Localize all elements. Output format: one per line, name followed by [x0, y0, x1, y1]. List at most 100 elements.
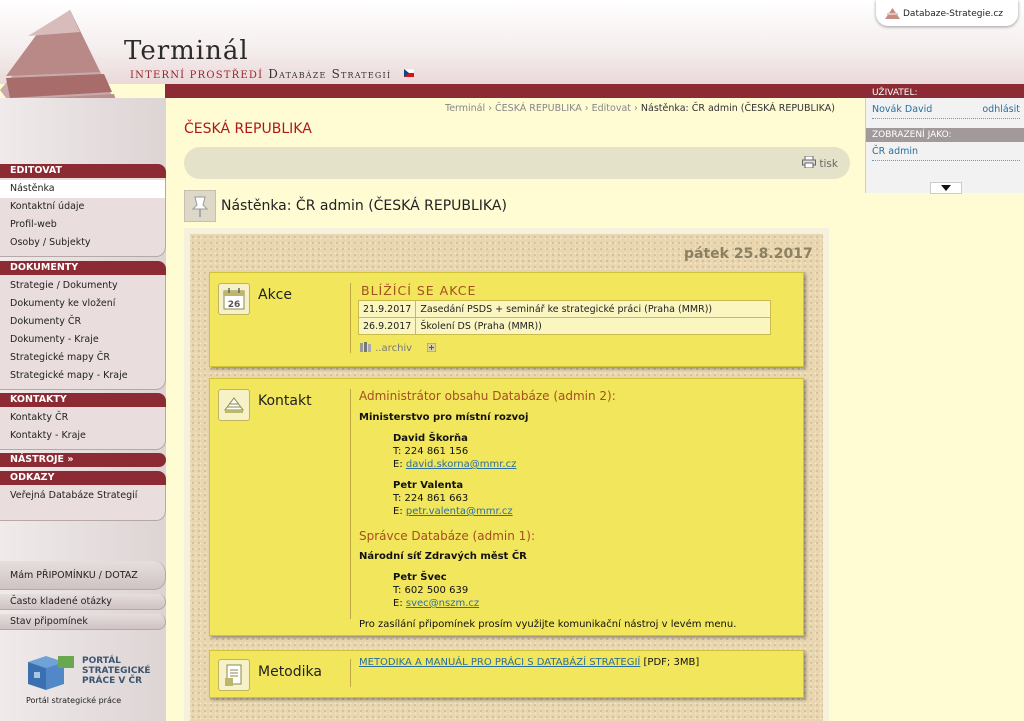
- person1-phone: T: 224 861 156: [393, 446, 469, 457]
- person1-email-link[interactable]: david.skorna@mmr.cz: [406, 459, 516, 470]
- sidebar-item-dokumenty-cr[interactable]: Dokumenty ČR: [0, 313, 165, 331]
- user-row: Novák David odhlásit: [872, 104, 1020, 119]
- database-link-label: Databaze-Strategie.cz: [903, 9, 1004, 19]
- sidebar-section-nastroje: NÁSTROJE »: [0, 453, 166, 467]
- event-date: 21.9.2017: [357, 300, 417, 318]
- view-as-head: ZOBRAZENÍ JAKO:: [866, 128, 1024, 142]
- breadcrumb-current: Nástěnka: ČR admin (ČESKÁ REPUBLIKA): [640, 103, 835, 114]
- email-prefix: E:: [393, 459, 403, 470]
- panel-toggle-button[interactable]: [930, 182, 962, 194]
- sidebar-section-kontakty: KONTAKTY Kontakty ČR Kontakty - Kraje: [0, 393, 166, 450]
- calendar-icon: 26: [218, 283, 250, 315]
- sidebar-item-kontaktni-udaje[interactable]: Kontaktní údaje: [0, 198, 165, 216]
- portal-title-line-3: PRÁCE V ČR: [82, 676, 143, 686]
- sidebar-head-kontakty[interactable]: KONTAKTY: [0, 393, 166, 407]
- feedback-button[interactable]: Mám PŘIPOMÍNKU / DOTAZ: [0, 561, 166, 590]
- board-date: pátek 25.8.2017: [684, 246, 813, 262]
- breadcrumb-separator: ›: [488, 103, 492, 114]
- event-date: 26.9.2017: [357, 317, 417, 335]
- view-as-row: ČR admin: [872, 146, 1020, 161]
- sidebar-item-dokumenty-kraje[interactable]: Dokumenty - Kraje: [0, 331, 165, 349]
- books-icon: [360, 342, 371, 352]
- view-as-link[interactable]: ČR admin: [872, 146, 918, 157]
- sidebar-section-editovat: EDITOVAT Nástěnka Kontaktní údaje Profil…: [0, 164, 166, 257]
- page-title: ČESKÁ REPUBLIKA: [184, 121, 312, 137]
- stack-icon: [218, 389, 250, 421]
- chevron-down-icon: [941, 185, 951, 191]
- printer-icon: [802, 155, 816, 169]
- sidebar-item-kontakty-cr[interactable]: Kontakty ČR: [0, 409, 165, 427]
- events-title: BLÍŽÍCÍ SE AKCE: [361, 283, 477, 298]
- sidebar-item-nastenka[interactable]: Nástěnka: [0, 180, 165, 198]
- email-prefix: E:: [393, 598, 403, 609]
- sidebar-item-strategicke-mapy-kraje[interactable]: Strategické mapy - Kraje: [0, 367, 165, 385]
- note-divider: [350, 389, 351, 619]
- person2-email-row: E: petr.valenta@mmr.cz: [393, 506, 513, 517]
- sidebar-item-verejna-databaze[interactable]: Veřejná Databáze Strategií: [0, 487, 165, 505]
- sidebar-head-nastroje[interactable]: NÁSTROJE »: [0, 453, 166, 467]
- logout-link[interactable]: odhlásit: [982, 104, 1020, 115]
- sidebar-item-kontakty-kraje[interactable]: Kontakty - Kraje: [0, 427, 165, 445]
- sidebar-head-editovat[interactable]: EDITOVAT: [0, 164, 166, 178]
- sidebar-section-odkazy: ODKAZY Veřejná Databáze Strategií: [0, 471, 166, 521]
- note-kontakt: Kontakt Administrátor obsahu Databáze (a…: [209, 378, 804, 636]
- events-table: 21.9.2017 Zasedání PSDS + seminář ke str…: [357, 300, 771, 335]
- admin1-org: Národní síť Zdravých měst ČR: [359, 551, 527, 562]
- sidebar: EDITOVAT Nástěnka Kontaktní údaje Profil…: [0, 98, 166, 721]
- pyramid-small-icon: [885, 8, 900, 19]
- person3-email-link[interactable]: svec@nszm.cz: [406, 598, 479, 609]
- breadcrumb-terminal[interactable]: Terminál: [445, 103, 485, 114]
- breadcrumb-separator: ›: [584, 103, 589, 114]
- breadcrumb-editovat[interactable]: Editovat: [592, 103, 631, 114]
- portal-title-line-1: PORTÁL: [82, 656, 121, 666]
- person1-email-row: E: david.skorna@mmr.cz: [393, 459, 516, 470]
- sidebar-list-dokumenty: Strategie / Dokumenty Dokumenty ke vlože…: [0, 275, 166, 390]
- breadcrumb-separator: ›: [634, 103, 638, 114]
- feedback-status-button[interactable]: Stav připomínek: [0, 614, 166, 630]
- toolbar: [184, 147, 850, 179]
- archive-link[interactable]: ..archiv: [360, 342, 437, 354]
- header-band: [165, 84, 865, 98]
- database-link[interactable]: Databaze-Strategie.cz: [876, 0, 1018, 26]
- sidebar-item-strategie-dokumenty[interactable]: Strategie / Dokumenty: [0, 277, 165, 295]
- archive-label: ..archiv: [375, 343, 413, 354]
- note-label-kontakt: Kontakt: [258, 393, 312, 409]
- faq-button[interactable]: Často kladené otázky: [0, 594, 166, 610]
- portal-title: PORTÁL STRATEGICKÉ PRÁCE V ČR: [82, 656, 151, 686]
- calendar-day: 26: [228, 300, 241, 310]
- app-subtitle-suffix: Databáze Strategií: [268, 67, 392, 81]
- portal-logo[interactable]: PORTÁL STRATEGICKÉ PRÁCE V ČR Portál str…: [24, 650, 164, 710]
- metodika-link[interactable]: METODIKA A MANUÁL PRO PRÁCI S DATABÁZÍ S…: [359, 657, 640, 668]
- note-akce: 26 Akce BLÍŽÍCÍ SE AKCE 21.9.2017 Zasedá…: [209, 272, 804, 367]
- sidebar-list-kontakty: Kontakty ČR Kontakty - Kraje: [0, 407, 166, 450]
- board-pin-icon: [184, 190, 216, 222]
- person2-name: Petr Valenta: [393, 480, 464, 491]
- document-icon: [218, 659, 250, 691]
- person2-email-link[interactable]: petr.valenta@mmr.cz: [406, 506, 513, 517]
- sidebar-head-dokumenty[interactable]: DOKUMENTY: [0, 261, 166, 275]
- print-link[interactable]: tisk: [802, 155, 838, 170]
- note-divider: [350, 283, 351, 353]
- admin2-org: Ministerstvo pro místní rozvoj: [359, 412, 529, 423]
- note-divider: [350, 659, 351, 687]
- user-name-link[interactable]: Novák David: [872, 104, 932, 115]
- sidebar-item-profil-web[interactable]: Profil-web: [0, 216, 165, 234]
- plus-icon[interactable]: [426, 342, 437, 353]
- breadcrumb: Terminál › ČESKÁ REPUBLIKA › Editovat › …: [445, 103, 835, 114]
- czech-flag-icon[interactable]: [404, 69, 414, 77]
- sidebar-item-strategicke-mapy-cr[interactable]: Strategické mapy ČR: [0, 349, 165, 367]
- sidebar-item-osoby-subjekty[interactable]: Osoby / Subjekty: [0, 234, 165, 252]
- table-row[interactable]: 26.9.2017 Školení DS (Praha (MMR)): [357, 317, 771, 335]
- user-head: UŽIVATEL:: [872, 88, 918, 98]
- event-text: Školení DS (Praha (MMR)): [415, 317, 771, 335]
- sidebar-head-odkazy[interactable]: ODKAZY: [0, 471, 166, 485]
- app-title: Terminál: [124, 36, 249, 66]
- table-row[interactable]: 21.9.2017 Zasedání PSDS + seminář ke str…: [357, 300, 771, 318]
- portal-title-line-2: STRATEGICKÉ: [82, 666, 151, 676]
- metodika-suffix: [PDF; 3MB]: [643, 657, 700, 668]
- kontakt-note: Pro zasílání připomínek prosím využijte …: [359, 619, 737, 630]
- sidebar-item-dokumenty-ke-vlozeni[interactable]: Dokumenty ke vložení: [0, 295, 165, 313]
- person3-phone: T: 602 500 639: [393, 585, 469, 596]
- breadcrumb-ceska-republika[interactable]: ČESKÁ REPUBLIKA: [495, 103, 582, 114]
- email-prefix: E:: [393, 506, 403, 517]
